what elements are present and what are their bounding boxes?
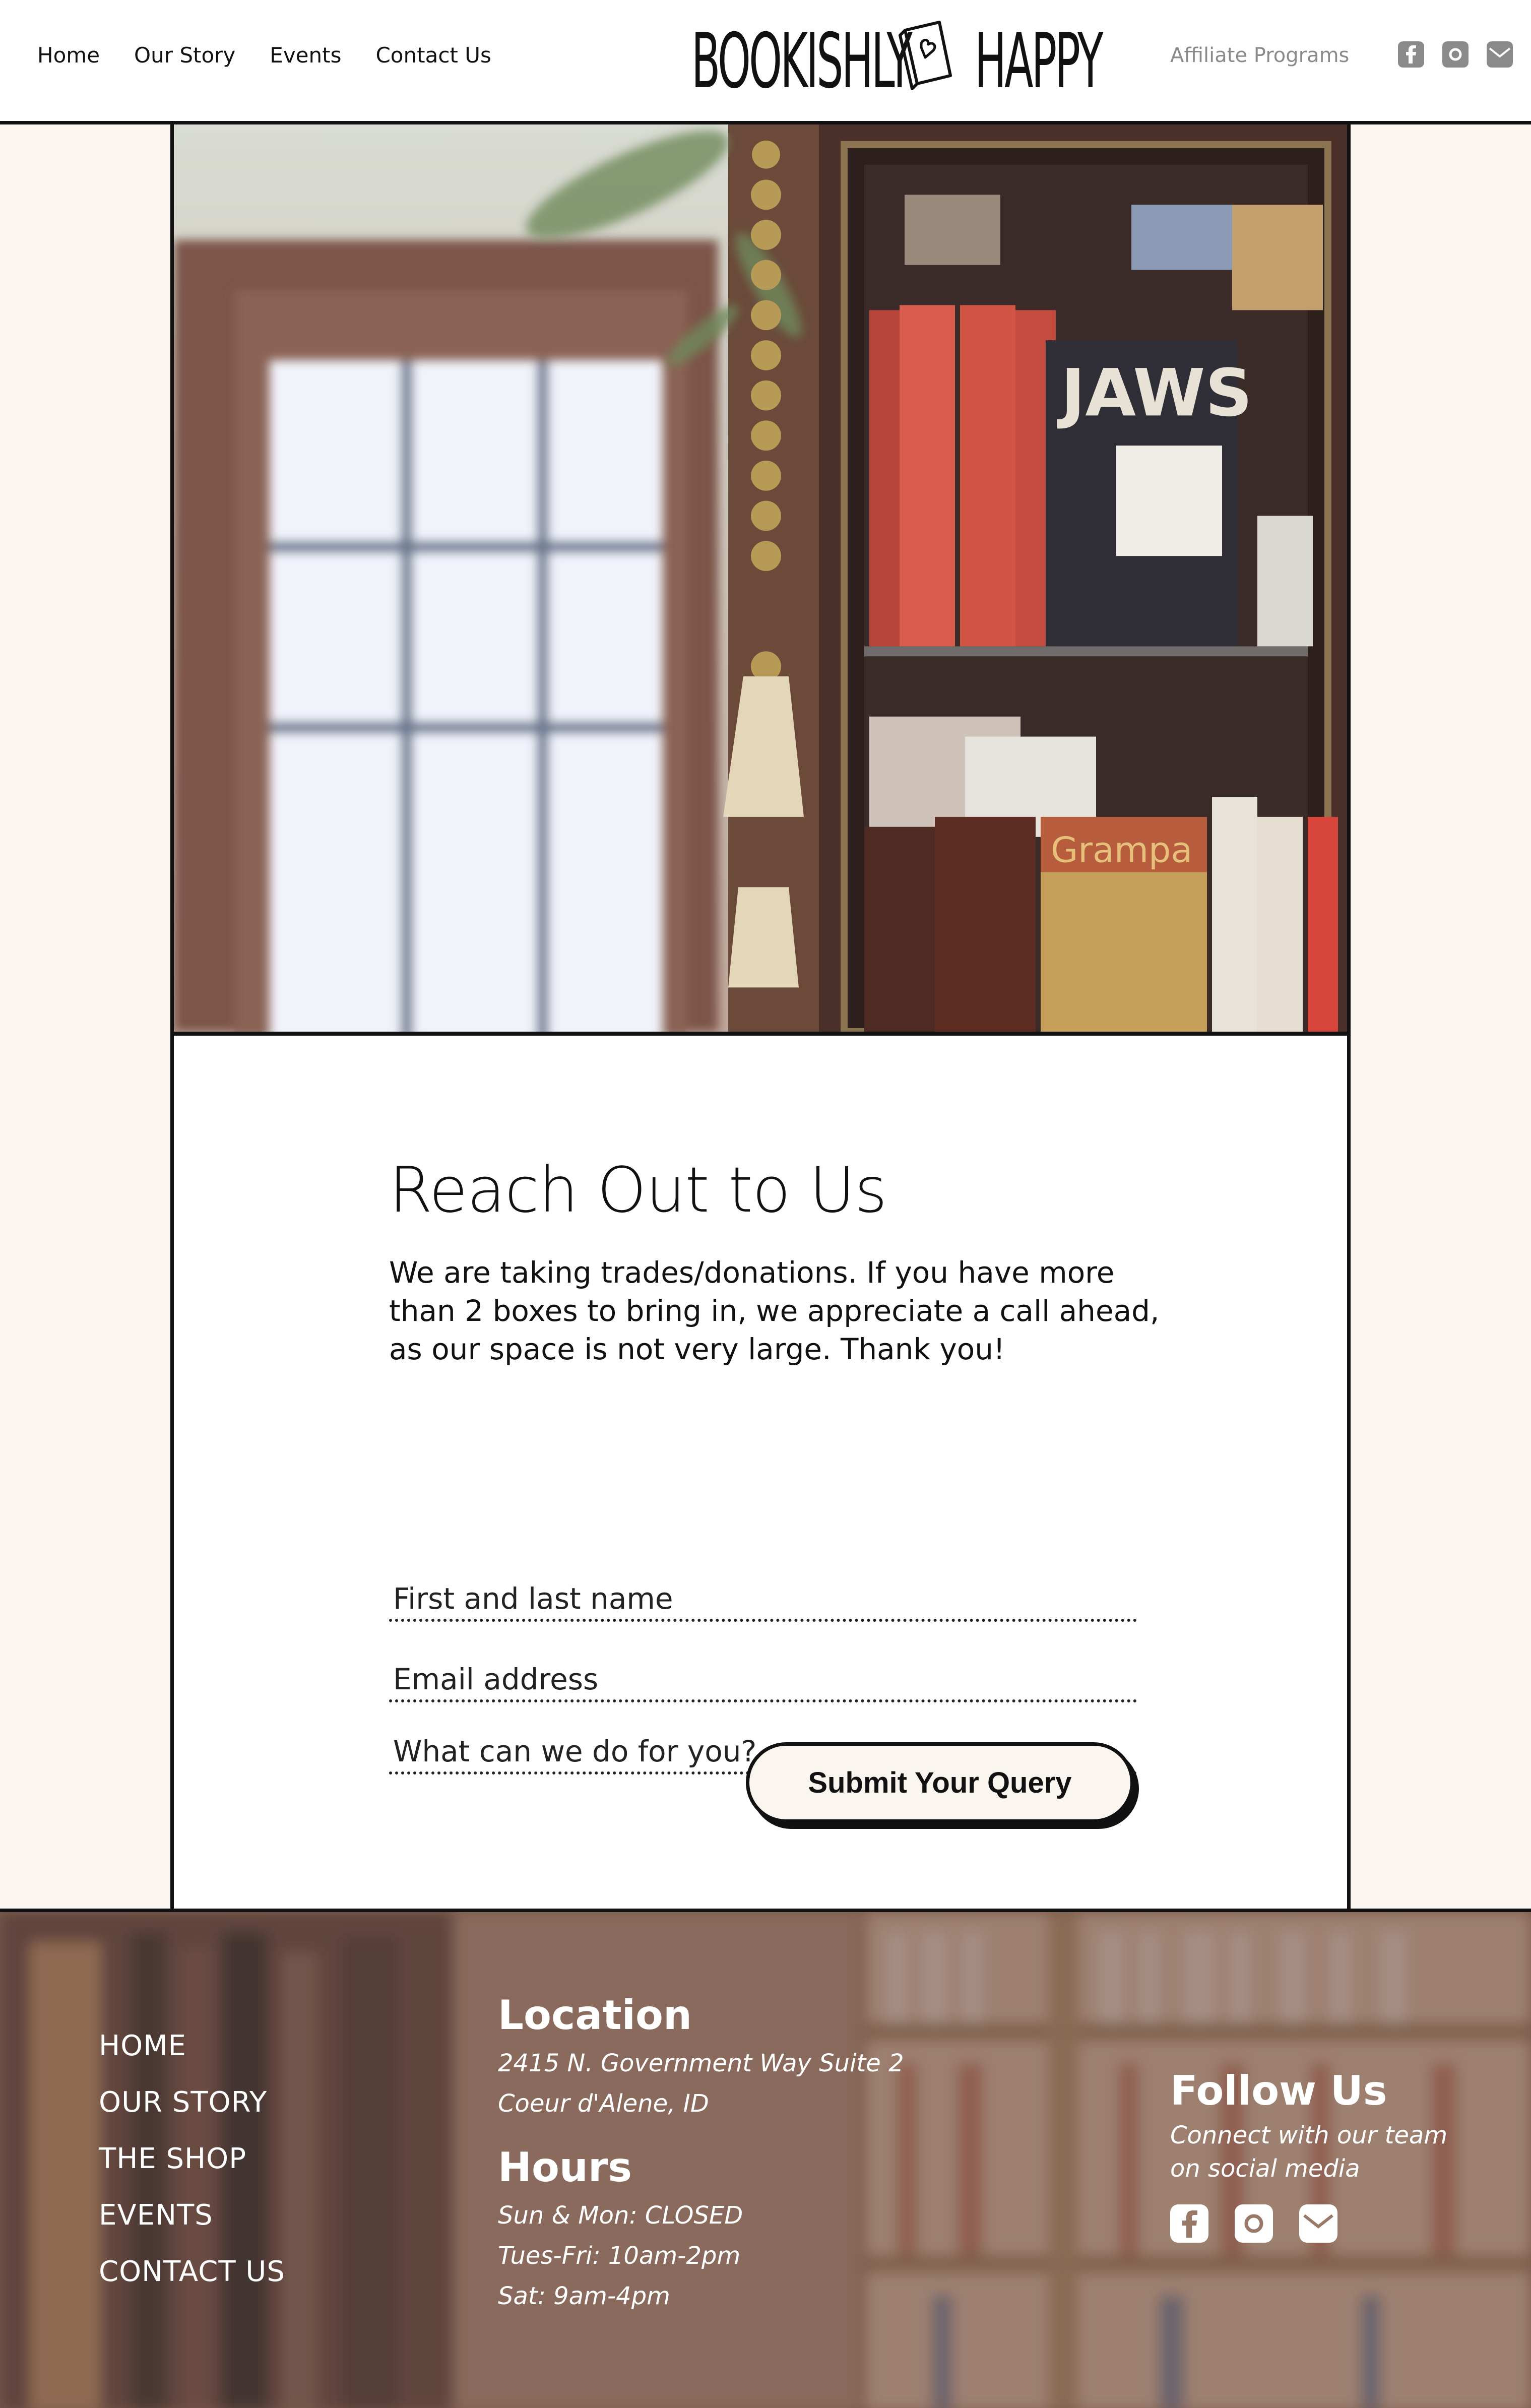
content-card: JAWS Grampa Reach Out to Us We are takin… xyxy=(170,124,1351,1909)
email-icon[interactable] xyxy=(1299,2204,1337,2243)
svg-text:Grampa: Grampa xyxy=(1051,830,1192,871)
instagram-icon[interactable] xyxy=(1442,41,1469,68)
address-line-2: Coeur d'Alene, ID xyxy=(498,2089,709,2118)
nav-events[interactable]: Events xyxy=(270,40,341,71)
bookstore-window-photo: JAWS Grampa xyxy=(174,124,1347,1032)
hours-line: Sun & Mon: CLOSED xyxy=(498,2201,743,2230)
book-heart-icon xyxy=(899,21,952,90)
hours-heading: Hours xyxy=(498,2144,632,2191)
instagram-icon[interactable] xyxy=(1235,2204,1273,2243)
footer-nav-contact-us[interactable]: CONTACT US xyxy=(99,2244,285,2300)
follow-subtext-line-1: Connect with our team xyxy=(1170,2121,1448,2149)
nav-home[interactable]: Home xyxy=(37,40,100,71)
footer-nav: HOME OUR STORY THE SHOP EVENTS CONTACT U… xyxy=(99,2018,285,2300)
hours-line: Tues-Fri: 10am-2pm xyxy=(498,2242,741,2270)
footer-nav-events[interactable]: EVENTS xyxy=(99,2187,285,2244)
follow-subtext-line-2: on social media xyxy=(1170,2154,1360,2183)
svg-text:JAWS: JAWS xyxy=(1057,355,1252,431)
footer-nav-our-story[interactable]: OUR STORY xyxy=(99,2074,285,2131)
email-icon[interactable] xyxy=(1487,41,1513,68)
header-social-links xyxy=(1398,41,1513,68)
email-field[interactable]: Email address xyxy=(389,1659,1137,1702)
nav-contact-us[interactable]: Contact Us xyxy=(375,40,491,71)
name-field[interactable]: First and last name xyxy=(389,1578,1137,1622)
footer-nav-the-shop[interactable]: THE SHOP xyxy=(99,2131,285,2187)
facebook-icon[interactable] xyxy=(1170,2204,1208,2243)
logo-text-happy: HAPPY xyxy=(975,18,1103,105)
contact-intro-text: We are taking trades/donations. If you h… xyxy=(389,1255,1160,1366)
location-heading: Location xyxy=(498,1992,692,2039)
message-placeholder: What can we do for you? xyxy=(393,1734,757,1768)
site-header: Home Our Story Events Contact Us BOOKISH… xyxy=(0,0,1531,124)
nav-our-story[interactable]: Our Story xyxy=(134,40,235,71)
location-hours-block: Location 2415 N. Government Way Suite 2 … xyxy=(498,1988,904,2316)
logo-text-bookishly: BOOKISHLY xyxy=(691,18,913,105)
hero-image: JAWS Grampa xyxy=(174,124,1347,1036)
submit-query-button[interactable]: Submit Your Query xyxy=(746,1742,1134,1823)
site-footer: HOME OUR STORY THE SHOP EVENTS CONTACT U… xyxy=(0,1909,1531,2408)
page-title: Reach Out to Us xyxy=(389,1154,887,1227)
main-nav: Home Our Story Events Contact Us xyxy=(37,40,526,71)
footer-social-links xyxy=(1170,2204,1447,2243)
email-placeholder: Email address xyxy=(393,1662,599,1696)
address-line-1: 2415 N. Government Way Suite 2 xyxy=(498,2049,904,2077)
hours-line: Sat: 9am-4pm xyxy=(498,2282,670,2310)
follow-us-block: Follow Us Connect with our team on socia… xyxy=(1170,2063,1447,2243)
name-placeholder: First and last name xyxy=(393,1581,673,1616)
footer-nav-home[interactable]: HOME xyxy=(99,2018,285,2074)
facebook-icon[interactable] xyxy=(1398,41,1424,68)
affiliate-programs-link[interactable]: Affiliate Programs xyxy=(1170,40,1349,71)
contact-section: Reach Out to Us We are taking trades/don… xyxy=(389,1153,1175,1775)
site-logo[interactable]: BOOKISHLY HAPPY xyxy=(685,6,1109,117)
follow-heading: Follow Us xyxy=(1170,2067,1387,2114)
